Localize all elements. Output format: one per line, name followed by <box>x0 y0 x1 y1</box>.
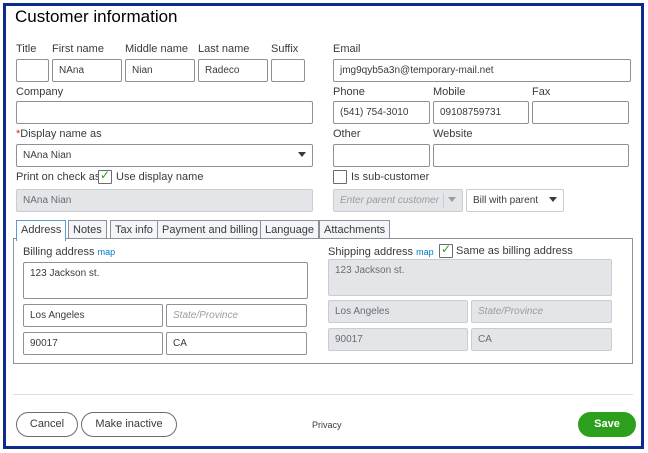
display-name-label: *Display name as <box>16 128 102 140</box>
tab-payment-billing[interactable]: Payment and billing <box>157 220 264 240</box>
billing-map-link[interactable]: map <box>98 247 116 257</box>
tab-language[interactable]: Language <box>260 220 319 240</box>
first-name-input[interactable]: NAna <box>52 59 122 82</box>
other-label: Other <box>333 128 361 140</box>
footer-divider <box>13 394 633 395</box>
billing-state-input[interactable]: State/Province <box>166 304 307 327</box>
middle-name-input[interactable]: Nian <box>125 59 195 82</box>
display-name-select[interactable]: NAna Nian <box>16 144 313 167</box>
use-display-name-checkbox[interactable]: ✓ <box>98 168 112 184</box>
checkmark-icon: ✓ <box>441 242 452 256</box>
first-name-label: First name <box>52 43 104 55</box>
chevron-down-icon <box>549 197 557 202</box>
save-button[interactable]: Save <box>578 412 636 437</box>
billing-city-input[interactable]: Los Angeles <box>23 304 163 327</box>
parent-customer-select: Enter parent customer <box>333 189 463 212</box>
suffix-input[interactable] <box>271 59 305 82</box>
shipping-zip-input: 90017 <box>328 328 468 351</box>
shipping-map-link[interactable]: map <box>416 247 434 257</box>
tab-notes[interactable]: Notes <box>68 220 107 240</box>
sub-customer-label: Is sub-customer <box>351 171 430 183</box>
billing-street-input[interactable]: 123 Jackson st. <box>23 262 308 299</box>
billing-address-label: Billing address map <box>23 246 116 258</box>
company-input[interactable] <box>16 101 313 124</box>
sub-customer-checkbox[interactable] <box>333 170 347 184</box>
last-name-label: Last name <box>198 43 250 55</box>
phone-label: Phone <box>333 86 365 98</box>
fax-input[interactable] <box>532 101 629 124</box>
mobile-input[interactable]: 09108759731 <box>433 101 529 124</box>
chevron-down-icon <box>298 152 306 157</box>
make-inactive-button[interactable]: Make inactive <box>81 412 177 437</box>
mobile-label: Mobile <box>433 86 466 98</box>
same-as-billing-label: Same as billing address <box>456 245 573 257</box>
privacy-link[interactable]: Privacy <box>312 420 342 430</box>
tab-tax-info[interactable]: Tax info <box>110 220 158 240</box>
other-input[interactable] <box>333 144 430 167</box>
display-name-value: NAna Nian <box>23 150 72 161</box>
shipping-address-label: Shipping address map <box>328 246 434 258</box>
fax-label: Fax <box>532 86 551 98</box>
website-label: Website <box>433 128 473 140</box>
parent-customer-placeholder: Enter parent customer <box>340 195 439 206</box>
checkmark-icon: ✓ <box>100 168 111 182</box>
shipping-city-input: Los Angeles <box>328 300 468 323</box>
email-input[interactable]: jmg9qyb5a3n@temporary-mail.net <box>333 59 631 82</box>
print-on-check-input: NAna Nian <box>16 189 313 212</box>
shipping-state-input: State/Province <box>471 300 612 323</box>
page-title: Customer information <box>15 7 178 26</box>
title-input[interactable] <box>16 59 49 82</box>
print-on-check-label: Print on check as <box>16 171 101 183</box>
website-input[interactable] <box>433 144 629 167</box>
middle-name-label: Middle name <box>125 43 188 55</box>
company-label: Company <box>16 86 64 98</box>
suffix-label: Suffix <box>271 43 299 55</box>
chevron-down-icon <box>448 197 456 202</box>
phone-input[interactable]: (541) 754-3010 <box>333 101 430 124</box>
billing-zip-input[interactable]: 90017 <box>23 332 163 355</box>
last-name-input[interactable]: Radeco <box>198 59 268 82</box>
bill-with-value: Bill with parent <box>473 195 539 206</box>
email-label: Email <box>333 43 361 55</box>
tab-address[interactable]: Address <box>16 220 67 241</box>
shipping-country-input: CA <box>471 328 612 351</box>
cancel-button[interactable]: Cancel <box>16 412 78 437</box>
shipping-street-input: 123 Jackson st. <box>328 259 612 296</box>
tab-attachments[interactable]: Attachments <box>319 220 391 240</box>
divider <box>443 193 444 208</box>
bill-with-select[interactable]: Bill with parent <box>466 189 564 212</box>
same-as-billing-checkbox[interactable]: ✓ <box>439 242 453 258</box>
title-label: Title <box>16 43 37 55</box>
use-display-name-label: Use display name <box>116 171 204 183</box>
billing-country-input[interactable]: CA <box>166 332 307 355</box>
